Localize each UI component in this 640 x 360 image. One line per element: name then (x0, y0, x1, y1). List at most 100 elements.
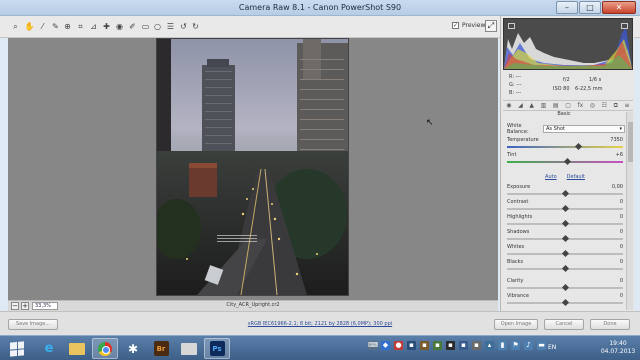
fullscreen-icon[interactable]: ⤢ (485, 20, 497, 32)
tab-camera-calibration-icon[interactable]: ◎ (590, 102, 595, 109)
folder-app-icon[interactable] (176, 338, 202, 359)
white-balance-icon[interactable]: ⁄ (37, 21, 48, 32)
dropbox-tray-icon[interactable]: ◆ (381, 341, 390, 350)
tab-detail-icon[interactable]: ▲ (529, 102, 534, 109)
slider-track[interactable] (507, 146, 623, 148)
close-button[interactable]: ✕ (602, 1, 636, 14)
straighten-icon[interactable]: ⊿ (88, 21, 99, 32)
white-balance-dropdown[interactable]: As Shot (543, 125, 625, 133)
panel-menu-icon[interactable]: ≡ (625, 102, 630, 109)
slider-thumb[interactable] (561, 234, 570, 243)
keyboard-tray-icon[interactable]: ⌨ (368, 341, 378, 350)
cancel-button[interactable]: Cancel (544, 319, 584, 330)
red-eye-icon[interactable]: ◉ (114, 21, 125, 32)
panel-scrollbar[interactable] (626, 112, 633, 310)
slider-thumb[interactable] (561, 189, 570, 198)
open-image-button[interactable]: Open Image (494, 319, 538, 330)
crop-icon[interactable]: ⌗ (75, 21, 86, 32)
tab-hsl-icon[interactable]: ▥ (541, 102, 547, 109)
photoshop-app-icon[interactable]: Ps (204, 338, 230, 359)
slider-shadows[interactable]: Shadows 0 (507, 229, 623, 243)
tab-tone-curve-icon[interactable]: ◢ (518, 102, 523, 109)
slider-thumb[interactable] (561, 219, 570, 228)
rotate-cw-icon[interactable]: ↻ (190, 21, 201, 32)
save-image-button[interactable]: Save Image... (8, 319, 58, 330)
tab-basic-icon[interactable]: ◉ (506, 102, 511, 109)
spot-removal-icon[interactable]: ✚ (101, 21, 112, 32)
default-link[interactable]: Default (567, 174, 585, 182)
slider-thumb[interactable] (575, 142, 583, 151)
highlight-clipping-icon[interactable] (621, 23, 628, 29)
bridge-app-icon[interactable]: Br (148, 338, 174, 359)
tray-extra-icon[interactable]: ▪ (459, 341, 468, 350)
slider-vibrance[interactable]: Vibrance 0 (507, 293, 623, 307)
tray-tool-icon[interactable]: ▪ (472, 341, 481, 350)
tray-update-icon[interactable]: ▪ (433, 341, 442, 350)
slider-thumb[interactable] (561, 204, 570, 213)
slider-exposure[interactable]: Exposure 0,00 (507, 184, 623, 198)
slider-thumb[interactable] (561, 249, 570, 258)
internet-explorer-icon[interactable]: e (36, 338, 62, 359)
color-sampler-icon[interactable]: ✎ (50, 21, 61, 32)
tab-presets-icon[interactable]: ☷ (602, 102, 607, 109)
zoom-icon[interactable]: ⌕ (10, 21, 21, 32)
slider-value[interactable]: 0 (620, 293, 623, 299)
show-hidden-icons-icon[interactable]: ▴ (485, 341, 494, 350)
adjustment-brush-icon[interactable]: ✐ (127, 21, 138, 32)
slider-value[interactable]: 0 (620, 278, 623, 284)
slider-highlights[interactable]: Highlights 0 (507, 214, 623, 228)
shadow-clipping-icon[interactable] (508, 23, 515, 29)
maximize-button[interactable]: □ (579, 1, 601, 14)
rotate-ccw-icon[interactable]: ↺ (178, 21, 189, 32)
auto-link[interactable]: Auto (545, 174, 557, 182)
battery-tray-icon[interactable]: ▬ (537, 341, 546, 350)
start-button[interactable] (2, 338, 32, 359)
clock[interactable]: 19:40 04.07.2013 (598, 340, 638, 356)
antivirus-tray-icon[interactable]: ● (394, 341, 403, 350)
network-tray-icon[interactable]: ▮ (498, 341, 507, 350)
slider-value[interactable]: 7350 (610, 137, 623, 143)
tray-util-icon[interactable]: ▪ (420, 341, 429, 350)
workflow-options-link[interactable]: sRGB IEC61966-2.1; 8 bit; 2121 by 2828 (… (228, 321, 412, 327)
slider-value[interactable]: 0,00 (612, 184, 623, 190)
volume-tray-icon[interactable]: ♪ (524, 341, 533, 350)
preview-checkbox[interactable]: ✓ (452, 22, 459, 29)
slider-clarity[interactable]: Clarity 0 (507, 278, 623, 292)
tab-effects-icon[interactable]: fx (577, 102, 583, 109)
preview-toggle[interactable]: ✓ Preview (452, 22, 485, 29)
slider-whites[interactable]: Whites 0 (507, 244, 623, 258)
slider-value[interactable]: +6 (616, 152, 623, 158)
image-canvas[interactable]: ↖ (8, 38, 498, 300)
slider-thumb[interactable] (561, 298, 570, 307)
radial-filter-icon[interactable]: ○ (152, 21, 163, 32)
done-button[interactable]: Done (590, 319, 630, 330)
slider-thumb[interactable] (561, 283, 570, 292)
slider-value[interactable]: 0 (620, 199, 623, 205)
tray-misc-icon[interactable]: ▪ (446, 341, 455, 350)
slider-contrast[interactable]: Contrast 0 (507, 199, 623, 213)
tray-app-icon[interactable]: ▪ (407, 341, 416, 350)
explorer-folder-icon[interactable] (64, 338, 90, 359)
hand-icon[interactable]: ✋ (24, 21, 35, 32)
tab-snapshots-icon[interactable]: ⧉ (614, 102, 618, 110)
slider-value[interactable]: 0 (620, 244, 623, 250)
minimize-button[interactable]: – (556, 1, 578, 14)
snowflake-app-icon[interactable]: ✱ (120, 338, 146, 359)
slider-value[interactable]: 0 (620, 259, 623, 265)
preferences-icon[interactable]: ☰ (165, 21, 176, 32)
slider-value[interactable]: 0 (620, 214, 623, 220)
language-indicator[interactable]: EN (548, 344, 556, 351)
slider-temperature[interactable]: Temperature 7350 (507, 137, 623, 151)
slider-thumb[interactable] (564, 157, 572, 166)
flag-tray-icon[interactable]: ⚑ (511, 341, 520, 350)
tab-split-toning-icon[interactable]: ▤ (553, 102, 559, 109)
graduated-filter-icon[interactable]: ▭ (140, 21, 151, 32)
chrome-icon[interactable] (92, 338, 118, 359)
target-adjust-icon[interactable]: ⊕ (62, 21, 73, 32)
slider-tint[interactable]: Tint +6 (507, 152, 623, 166)
slider-blacks[interactable]: Blacks 0 (507, 259, 623, 273)
slider-thumb[interactable] (561, 264, 570, 273)
photo-preview[interactable] (156, 38, 349, 296)
scrollbar-thumb[interactable] (628, 122, 633, 162)
slider-value[interactable]: 0 (620, 229, 623, 235)
